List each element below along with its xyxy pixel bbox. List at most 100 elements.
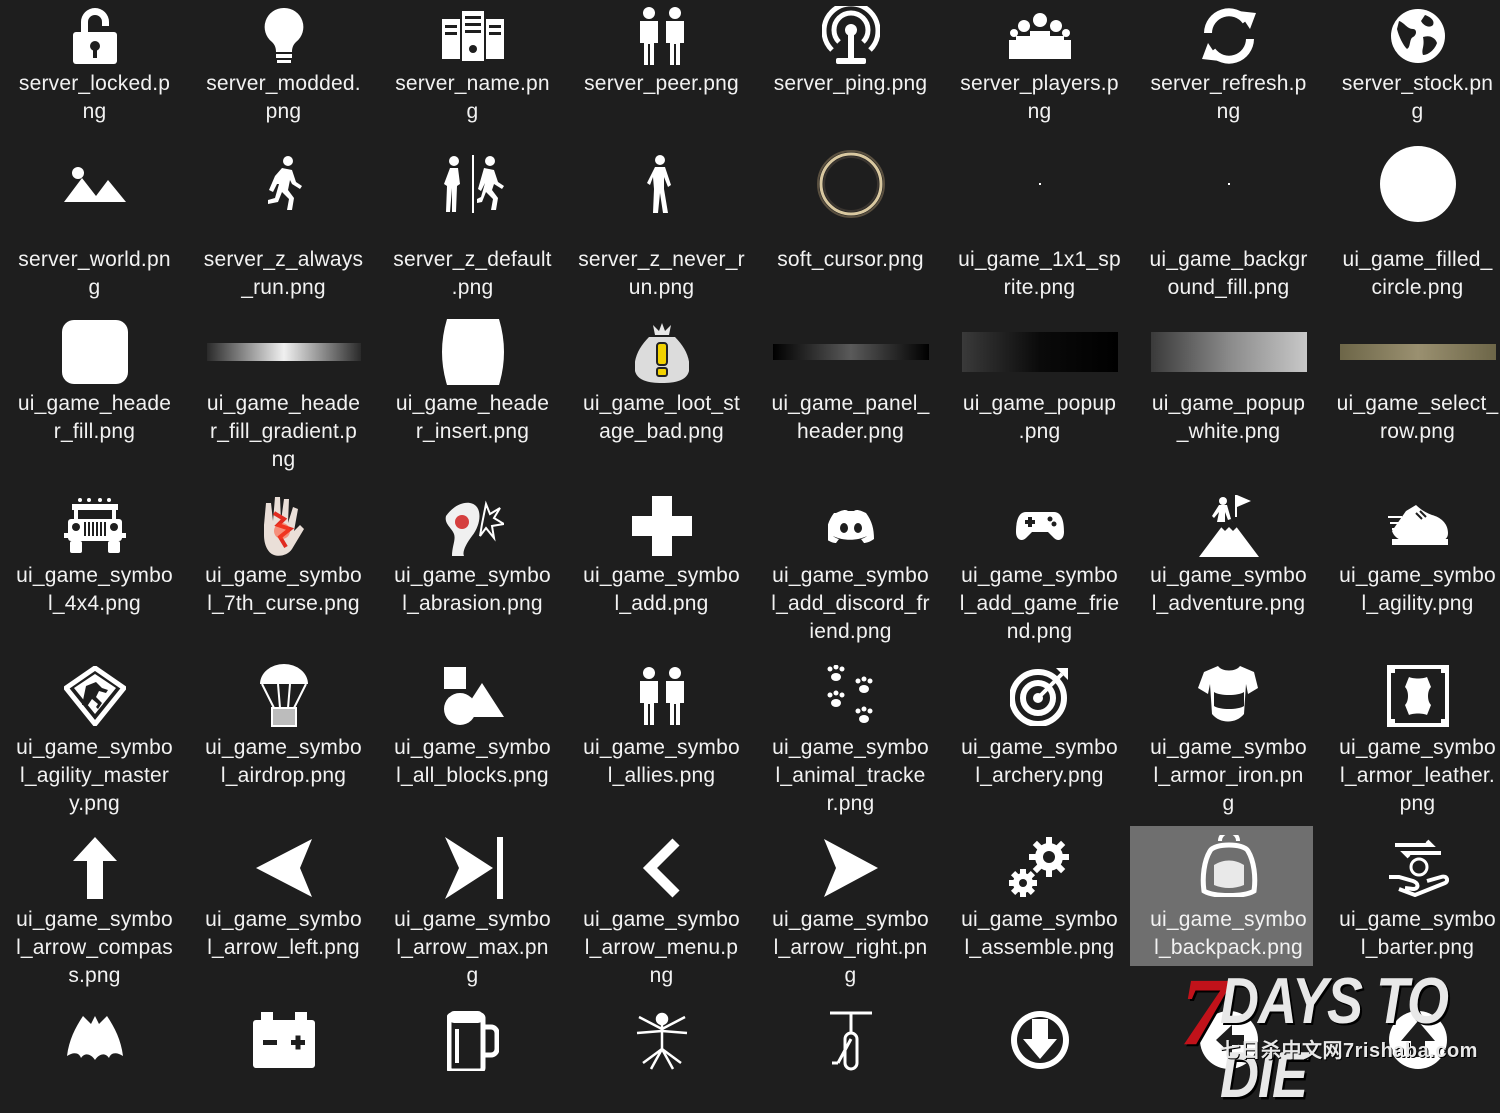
file-tile[interactable]: server_z_always _run.png bbox=[189, 148, 378, 318]
mountains-icon bbox=[0, 148, 189, 220]
file-tile[interactable]: server_world.pn g bbox=[0, 148, 189, 318]
file-tile[interactable]: ui_game_symbo l_all_blocks.png bbox=[378, 660, 567, 832]
file-name-label: ui_game_1x1_sp rite.png bbox=[958, 248, 1121, 299]
rounded-square-icon bbox=[0, 316, 189, 388]
target-arrow-icon bbox=[945, 660, 1134, 732]
file-tile[interactable]: ui_game_filled_ circle.png bbox=[1323, 146, 1500, 318]
file-tile[interactable]: ui_game_symbo l_adventure.png bbox=[1134, 490, 1323, 662]
file-tile[interactable]: ui_game_symbo l_arrow_right.pn g bbox=[756, 832, 945, 1004]
file-tile[interactable]: ui_game_heade r_fill.png bbox=[0, 316, 189, 490]
file-name-label: ui_game_symbo l_agility.png bbox=[1339, 564, 1496, 615]
gears-icon bbox=[945, 832, 1134, 904]
file-name-label: server_ping.png bbox=[773, 72, 928, 95]
file-tile[interactable] bbox=[189, 1004, 378, 1078]
file-name-label: server_players.p ng bbox=[960, 72, 1119, 123]
file-tile[interactable]: ui_game_symbo l_add.png bbox=[567, 490, 756, 662]
file-tile[interactable]: ui_game_symbo l_armor_iron.pn g bbox=[1134, 660, 1323, 832]
file-tile[interactable]: server_z_default .png bbox=[378, 148, 567, 318]
abrasion-icon bbox=[378, 490, 567, 562]
file-tile[interactable]: ui_game_backgr ound_fill.png bbox=[1134, 148, 1323, 318]
file-tile[interactable]: ui_game_symbo l_arrow_menu.p ng bbox=[567, 832, 756, 1004]
file-tile[interactable]: server_name.pn g bbox=[378, 0, 567, 150]
file-name-label: server_z_default .png bbox=[393, 248, 552, 299]
lightbulb-icon bbox=[189, 0, 378, 72]
file-name-label: ui_game_symbo l_archery.png bbox=[961, 736, 1118, 787]
filled-circle-icon bbox=[1323, 146, 1500, 222]
gold-bar-icon bbox=[1323, 316, 1500, 388]
file-tile[interactable]: server_modded. png bbox=[189, 0, 378, 150]
file-name-label: server_peer.png bbox=[584, 72, 739, 95]
file-name-label: ui_game_symbo l_agility_master y.png bbox=[16, 736, 173, 815]
two-people-icon bbox=[567, 0, 756, 72]
file-tile[interactable]: ui_game_symbo l_armor_leather. png bbox=[1323, 660, 1500, 832]
discord-icon bbox=[756, 490, 945, 562]
antenna-icon bbox=[756, 0, 945, 72]
file-tile[interactable]: ui_game_symbo l_add_discord_fr iend.png bbox=[756, 490, 945, 662]
file-tile[interactable]: server_ping.png bbox=[756, 0, 945, 150]
file-name-label: ui_game_panel_ header.png bbox=[771, 392, 930, 443]
file-tile[interactable]: ui_game_symbo l_agility_master y.png bbox=[0, 660, 189, 832]
walk-run-zombie-icon bbox=[378, 148, 567, 220]
file-tile[interactable]: ui_game_symbo l_assemble.png bbox=[945, 832, 1134, 1004]
file-tile[interactable] bbox=[567, 1004, 756, 1078]
file-name-label: server_z_never_r un.png bbox=[578, 248, 745, 299]
file-name-label: ui_game_symbo l_arrow_menu.p ng bbox=[583, 908, 740, 987]
file-tile[interactable]: server_locked.p ng bbox=[0, 0, 189, 150]
file-tile[interactable]: ui_game_heade r_fill_gradient.p ng bbox=[189, 316, 378, 490]
file-name-label: ui_game_symbo l_adventure.png bbox=[1150, 564, 1307, 615]
file-tile[interactable]: server_peer.png bbox=[567, 0, 756, 150]
refresh-icon bbox=[1134, 0, 1323, 72]
file-tile[interactable]: ui_game_popup _white.png bbox=[1134, 316, 1323, 490]
file-tile[interactable]: server_players.p ng bbox=[945, 0, 1134, 150]
file-tile[interactable]: server_z_never_r un.png bbox=[567, 148, 756, 318]
file-name-label: ui_game_symbo l_backpack.png bbox=[1150, 908, 1307, 959]
file-name-label: ui_game_popup _white.png bbox=[1151, 392, 1306, 443]
file-tile[interactable]: ui_game_symbo l_animal_tracke r.png bbox=[756, 660, 945, 832]
file-name-label: ui_game_filled_ circle.png bbox=[1342, 248, 1493, 299]
loot-bag-warning-icon bbox=[567, 316, 756, 388]
file-tile[interactable] bbox=[378, 1004, 567, 1078]
file-tile[interactable]: ui_game_symbo l_4x4.png bbox=[0, 490, 189, 662]
file-tile[interactable]: ui_game_symbo l_archery.png bbox=[945, 660, 1134, 832]
agility-badge-icon bbox=[0, 660, 189, 732]
file-tile[interactable]: ui_game_symbo l_arrow_left.png bbox=[189, 832, 378, 1004]
file-tile[interactable] bbox=[756, 1004, 945, 1078]
file-tile[interactable]: ui_game_panel_ header.png bbox=[756, 316, 945, 490]
file-name-label: soft_cursor.png bbox=[777, 248, 924, 271]
file-tile[interactable]: ui_game_symbo l_add_game_frie nd.png bbox=[945, 490, 1134, 662]
file-tile[interactable]: ui_game_symbo l_arrow_max.pn g bbox=[378, 832, 567, 1004]
file-tile[interactable]: ui_game_symbo l_arrow_compas s.png bbox=[0, 832, 189, 1004]
file-tile[interactable]: ui_game_symbo l_abrasion.png bbox=[378, 490, 567, 662]
shapes-icon bbox=[378, 660, 567, 732]
file-tile[interactable]: ui_game_symbo l_7th_curse.png bbox=[189, 490, 378, 662]
file-name-label: server_refresh.p ng bbox=[1150, 72, 1307, 123]
file-tile[interactable]: server_refresh.p ng bbox=[1134, 0, 1323, 150]
file-tile[interactable]: soft_cursor.png bbox=[756, 148, 945, 318]
file-tile[interactable] bbox=[0, 1004, 189, 1078]
file-tile[interactable]: ui_game_symbo l_agility.png bbox=[1323, 490, 1500, 662]
file-tile[interactable]: ui_game_select_ row.png bbox=[1323, 316, 1500, 490]
file-name-label: ui_game_symbo l_add_discord_fr iend.png bbox=[771, 564, 930, 643]
file-tile[interactable]: server_stock.pn g bbox=[1323, 0, 1500, 150]
bicycle-front-icon bbox=[756, 1004, 945, 1076]
file-icon-grid: server_locked.p ng server_modded. png server… bbox=[0, 0, 1500, 1078]
running-shoe-icon bbox=[1323, 490, 1500, 562]
file-tile[interactable]: ui_game_heade r_insert.png bbox=[378, 316, 567, 490]
file-name-label: server_name.pn g bbox=[395, 72, 550, 123]
file-tile[interactable]: ui_game_symbo l_backpack.png bbox=[1130, 826, 1313, 966]
file-tile[interactable]: ui_game_popup .png bbox=[945, 316, 1134, 490]
cursed-hand-icon bbox=[189, 490, 378, 562]
file-tile[interactable] bbox=[945, 1004, 1134, 1078]
watermark-site: 七日杀中文网7rishaba.com bbox=[1220, 1040, 1478, 1062]
file-tile[interactable]: ui_game_symbo l_allies.png bbox=[567, 660, 756, 832]
barrel-shape-icon bbox=[378, 316, 567, 388]
file-name-label: ui_game_symbo l_airdrop.png bbox=[205, 736, 362, 787]
file-name-label: server_modded. png bbox=[206, 72, 361, 123]
file-tile[interactable]: ui_game_loot_st age_bad.png bbox=[567, 316, 756, 490]
hand-coin-icon bbox=[1323, 832, 1500, 904]
two-people-icon bbox=[567, 660, 756, 732]
file-tile[interactable]: ui_game_1x1_sp rite.png bbox=[945, 148, 1134, 318]
chevron-left-icon bbox=[567, 832, 756, 904]
file-name-label: ui_game_heade r_fill.png bbox=[17, 392, 172, 443]
file-tile[interactable]: ui_game_symbo l_airdrop.png bbox=[189, 660, 378, 832]
